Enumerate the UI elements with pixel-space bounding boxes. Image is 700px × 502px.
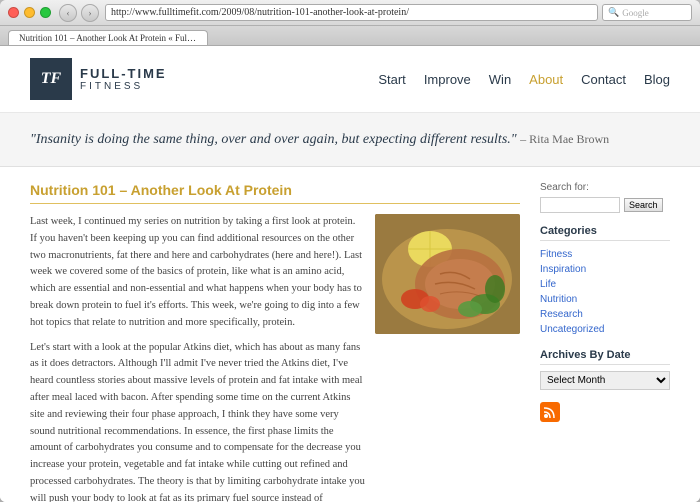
- logo-line1: FULL-TIME: [80, 66, 167, 81]
- category-nutrition[interactable]: Nutrition: [540, 292, 670, 307]
- archives-select[interactable]: Select Month: [540, 371, 670, 390]
- url-display: http://www.fulltimefit.com/2009/08/nutri…: [111, 7, 409, 18]
- sidebar: Search for: Search Categories Fitness In…: [540, 182, 670, 502]
- nav-contact[interactable]: Contact: [581, 72, 626, 87]
- site-wrapper: TF FULL-TIME FITNESS Start Improve Win A…: [0, 46, 700, 502]
- archives-heading: Archives By Date: [540, 349, 670, 365]
- forward-button[interactable]: ›: [81, 4, 99, 22]
- close-button[interactable]: [8, 7, 19, 18]
- browser-content: TF FULL-TIME FITNESS Start Improve Win A…: [0, 46, 700, 502]
- article-area: Nutrition 101 – Another Look At Protein …: [30, 182, 520, 502]
- tab-bar: Nutrition 101 – Another Look At Protein …: [0, 26, 700, 46]
- search-button[interactable]: Search: [624, 198, 663, 212]
- address-bar[interactable]: http://www.fulltimefit.com/2009/08/nutri…: [105, 4, 598, 21]
- rss-icon[interactable]: [540, 402, 560, 422]
- category-fitness[interactable]: Fitness: [540, 247, 670, 262]
- search-section: Search for: Search: [540, 182, 670, 213]
- article-content-wrap: Last week, I continued my series on nutr…: [30, 214, 520, 502]
- category-research[interactable]: Research: [540, 307, 670, 322]
- navigation-buttons: ‹ ›: [59, 4, 99, 22]
- logo-line2: FITNESS: [80, 81, 167, 92]
- hero-quote: "Insanity is doing the same thing, over …: [0, 113, 700, 167]
- archives-section: Archives By Date Select Month: [540, 349, 670, 390]
- categories-heading: Categories: [540, 225, 670, 241]
- nav-win[interactable]: Win: [489, 72, 511, 87]
- title-bar: ‹ › http://www.fulltimefit.com/2009/08/n…: [0, 0, 700, 26]
- site-nav: Start Improve Win About Contact Blog: [378, 72, 670, 87]
- category-inspiration[interactable]: Inspiration: [540, 262, 670, 277]
- categories-section: Categories Fitness Inspiration Life Nutr…: [540, 225, 670, 337]
- search-input-box: Search: [540, 197, 670, 213]
- back-button[interactable]: ‹: [59, 4, 77, 22]
- article-image-content: [375, 214, 520, 334]
- category-list: Fitness Inspiration Life Nutrition Resea…: [540, 247, 670, 337]
- article-image-svg: [375, 214, 520, 334]
- nav-start[interactable]: Start: [378, 72, 405, 87]
- logo-area: TF FULL-TIME FITNESS: [30, 58, 167, 100]
- category-uncategorized[interactable]: Uncategorized: [540, 322, 670, 337]
- window-controls: [8, 7, 51, 18]
- category-life[interactable]: Life: [540, 277, 670, 292]
- search-placeholder: Google: [622, 8, 649, 18]
- logo-icon: TF: [30, 58, 72, 100]
- browser-window: ‹ › http://www.fulltimefit.com/2009/08/n…: [0, 0, 700, 502]
- search-label: Search for:: [540, 182, 670, 193]
- article-image: [375, 214, 520, 334]
- search-input[interactable]: [540, 197, 620, 213]
- quote-author: – Rita Mae Brown: [520, 132, 609, 146]
- maximize-button[interactable]: [40, 7, 51, 18]
- nav-about[interactable]: About: [529, 72, 563, 87]
- tab-title: Nutrition 101 – Another Look At Protein …: [19, 33, 208, 43]
- article-paragraph-1: Last week, I continued my series on nutr…: [30, 214, 365, 332]
- article-body: Last week, I continued my series on nutr…: [30, 214, 365, 502]
- site-header: TF FULL-TIME FITNESS Start Improve Win A…: [0, 46, 700, 113]
- search-icon: 🔍: [608, 7, 619, 18]
- article-title: Nutrition 101 – Another Look At Protein: [30, 182, 520, 204]
- nav-improve[interactable]: Improve: [424, 72, 471, 87]
- rss-symbol: [543, 405, 557, 419]
- rss-section: [540, 402, 670, 422]
- nav-blog[interactable]: Blog: [644, 72, 670, 87]
- active-tab[interactable]: Nutrition 101 – Another Look At Protein …: [8, 30, 208, 45]
- logo-text: FULL-TIME FITNESS: [80, 66, 167, 92]
- quote-text: "Insanity is doing the same thing, over …: [30, 129, 670, 150]
- main-layout: Nutrition 101 – Another Look At Protein …: [0, 167, 700, 502]
- minimize-button[interactable]: [24, 7, 35, 18]
- article-paragraph-2: Let's start with a look at the popular A…: [30, 340, 365, 502]
- logo-letters: TF: [41, 70, 61, 88]
- browser-search[interactable]: 🔍 Google: [602, 4, 692, 21]
